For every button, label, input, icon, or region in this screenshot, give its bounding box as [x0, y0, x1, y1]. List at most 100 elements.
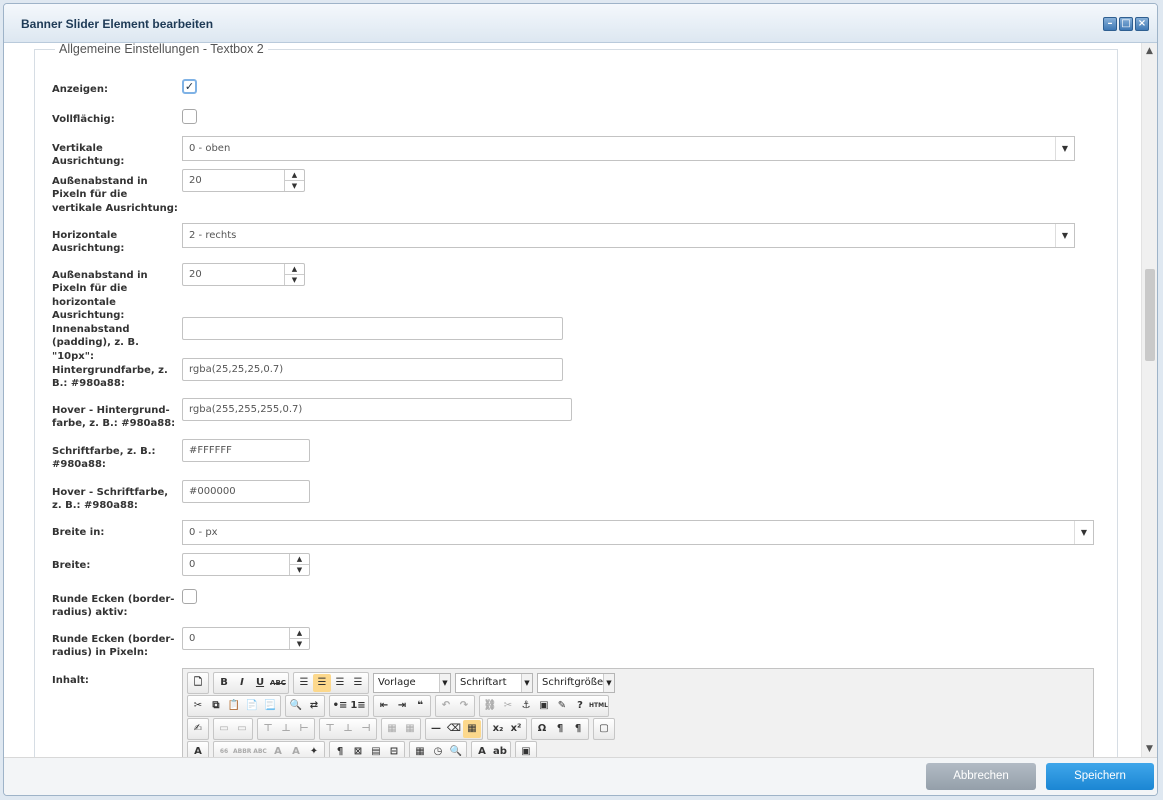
- blockquote-icon[interactable]: ❝: [411, 697, 429, 715]
- indent-icon[interactable]: ⇥: [393, 697, 411, 715]
- redo-icon[interactable]: ↷: [455, 697, 473, 715]
- font-input[interactable]: #FFFFFF: [182, 439, 310, 462]
- save-button[interactable]: Speichern: [1046, 763, 1154, 790]
- bold-icon[interactable]: B: [215, 674, 233, 692]
- page-break-icon[interactable]: ⊟: [385, 743, 403, 757]
- styles-icon[interactable]: A: [189, 743, 207, 757]
- paste-icon[interactable]: 📋: [225, 697, 243, 715]
- font-color-icon[interactable]: A: [473, 743, 491, 757]
- align-center-icon[interactable]: ☰: [313, 674, 331, 692]
- hoverfont-input[interactable]: #000000: [182, 480, 310, 503]
- scroll-down-icon[interactable]: ▼: [1142, 741, 1157, 757]
- spin-down-icon[interactable]: ▼: [290, 639, 309, 649]
- spin-down-icon[interactable]: ▼: [285, 275, 304, 285]
- scrollbar-thumb[interactable]: [1145, 269, 1155, 361]
- image-icon[interactable]: ▣: [535, 697, 553, 715]
- italic-icon[interactable]: I: [233, 674, 251, 692]
- font-combo[interactable]: Schriftart ▼: [455, 673, 533, 693]
- chevron-down-icon[interactable]: ▼: [1074, 521, 1093, 544]
- width-stepper[interactable]: 0 ▲ ▼: [182, 553, 310, 576]
- valign-select[interactable]: 0 - oben ▼: [182, 136, 1075, 161]
- close-icon[interactable]: ×: [1135, 17, 1149, 31]
- split-cells-icon[interactable]: ▦: [383, 720, 401, 738]
- anchor-icon[interactable]: ⚓: [517, 697, 535, 715]
- align-justify-icon[interactable]: ☰: [349, 674, 367, 692]
- maximize-icon[interactable]: □: [1119, 17, 1133, 31]
- table-icon[interactable]: ▦: [463, 720, 481, 738]
- format-combo[interactable]: Vorlage ▼: [373, 673, 451, 693]
- radius-px-spin[interactable]: ▲ ▼: [289, 628, 309, 649]
- rtl-icon[interactable]: ¶: [569, 720, 587, 738]
- special-char-icon[interactable]: Ω: [533, 720, 551, 738]
- cut-icon[interactable]: ✂: [189, 697, 207, 715]
- radius-px-stepper[interactable]: 0 ▲ ▼: [182, 627, 310, 650]
- subscript-icon[interactable]: x₂: [489, 720, 507, 738]
- undo-icon[interactable]: ↶: [437, 697, 455, 715]
- show-checkbox[interactable]: ✓: [182, 79, 197, 94]
- chevron-down-icon[interactable]: ▼: [1055, 224, 1074, 247]
- outdent-icon[interactable]: ⇤: [375, 697, 393, 715]
- chevron-down-icon[interactable]: ▼: [1055, 137, 1074, 160]
- eraser-icon[interactable]: ⌫: [445, 720, 463, 738]
- ins-icon[interactable]: A: [287, 743, 305, 757]
- abbr-icon[interactable]: ABBR: [233, 743, 251, 757]
- horizontal-rule-icon[interactable]: —: [427, 720, 445, 738]
- scroll-up-icon[interactable]: ▲: [1142, 43, 1157, 59]
- hoverbg-input[interactable]: rgba(255,255,255,0.7): [182, 398, 572, 421]
- merge-cells-icon[interactable]: ▭: [233, 720, 251, 738]
- radius-active-checkbox[interactable]: [182, 589, 197, 604]
- underline-icon[interactable]: U: [251, 674, 269, 692]
- replace-icon[interactable]: ⇄: [305, 697, 323, 715]
- copy-icon[interactable]: ⧉: [207, 697, 225, 715]
- non-breaking-icon[interactable]: ⊠: [349, 743, 367, 757]
- bullet-list-icon[interactable]: •≡: [331, 697, 349, 715]
- align-left-icon[interactable]: ☰: [295, 674, 313, 692]
- table-props-icon[interactable]: ▦: [401, 720, 419, 738]
- insert-col-before-icon[interactable]: ⊤: [321, 720, 339, 738]
- insert-row-after-icon[interactable]: ⊥: [277, 720, 295, 738]
- cleanup-icon[interactable]: ✎: [553, 697, 571, 715]
- superscript-icon[interactable]: x²: [507, 720, 525, 738]
- align-right-icon[interactable]: ☰: [331, 674, 349, 692]
- widthunit-select[interactable]: 0 - px ▼: [182, 520, 1094, 545]
- vertical-scrollbar[interactable]: ▲ ▼: [1141, 43, 1157, 757]
- media-icon[interactable]: ▣: [517, 743, 535, 757]
- visual-chars-icon[interactable]: ¶: [331, 743, 349, 757]
- minimize-icon[interactable]: –: [1103, 17, 1117, 31]
- width-spin[interactable]: ▲ ▼: [289, 554, 309, 575]
- insert-time-icon[interactable]: ◷: [429, 743, 447, 757]
- fullwidth-checkbox[interactable]: [182, 109, 197, 124]
- insert-col-after-icon[interactable]: ⊥: [339, 720, 357, 738]
- cite-icon[interactable]: 66: [215, 743, 233, 757]
- hmargin-spin[interactable]: ▲ ▼: [284, 264, 304, 285]
- insert-date-icon[interactable]: ▦: [411, 743, 429, 757]
- insert-row-before-icon[interactable]: ⊤: [259, 720, 277, 738]
- cell-props-icon[interactable]: ▭: [215, 720, 233, 738]
- vmargin-stepper[interactable]: 20 ▲ ▼: [182, 169, 305, 192]
- paste-text-icon[interactable]: 📄: [243, 697, 261, 715]
- hmargin-stepper[interactable]: 20 ▲ ▼: [182, 263, 305, 286]
- ltr-icon[interactable]: ¶: [551, 720, 569, 738]
- cancel-button[interactable]: Abbrechen: [926, 763, 1036, 790]
- spin-up-icon[interactable]: ▲: [290, 628, 309, 639]
- spin-up-icon[interactable]: ▲: [290, 554, 309, 565]
- delete-col-icon[interactable]: ⊣: [357, 720, 375, 738]
- paste-word-icon[interactable]: 📃: [261, 697, 279, 715]
- chevron-down-icon[interactable]: ▼: [521, 674, 532, 692]
- fullscreen-icon[interactable]: ▢: [595, 720, 613, 738]
- acronym-icon[interactable]: ABC: [251, 743, 269, 757]
- chevron-down-icon[interactable]: ▼: [439, 674, 450, 692]
- edit-icon[interactable]: ✍: [189, 720, 207, 738]
- find-icon[interactable]: 🔍: [287, 697, 305, 715]
- delete-row-icon[interactable]: ⊢: [295, 720, 313, 738]
- strikethrough-icon[interactable]: ABC: [269, 674, 287, 692]
- spin-up-icon[interactable]: ▲: [285, 264, 304, 275]
- highlight-color-icon[interactable]: ab: [491, 743, 509, 757]
- spin-down-icon[interactable]: ▼: [290, 565, 309, 575]
- del-icon[interactable]: A: [269, 743, 287, 757]
- unlink-icon[interactable]: ✂: [499, 697, 517, 715]
- halign-select[interactable]: 2 - rechts ▼: [182, 223, 1075, 248]
- vmargin-spin[interactable]: ▲ ▼: [284, 170, 304, 191]
- link-icon[interactable]: ⛓: [481, 697, 499, 715]
- spin-up-icon[interactable]: ▲: [285, 170, 304, 181]
